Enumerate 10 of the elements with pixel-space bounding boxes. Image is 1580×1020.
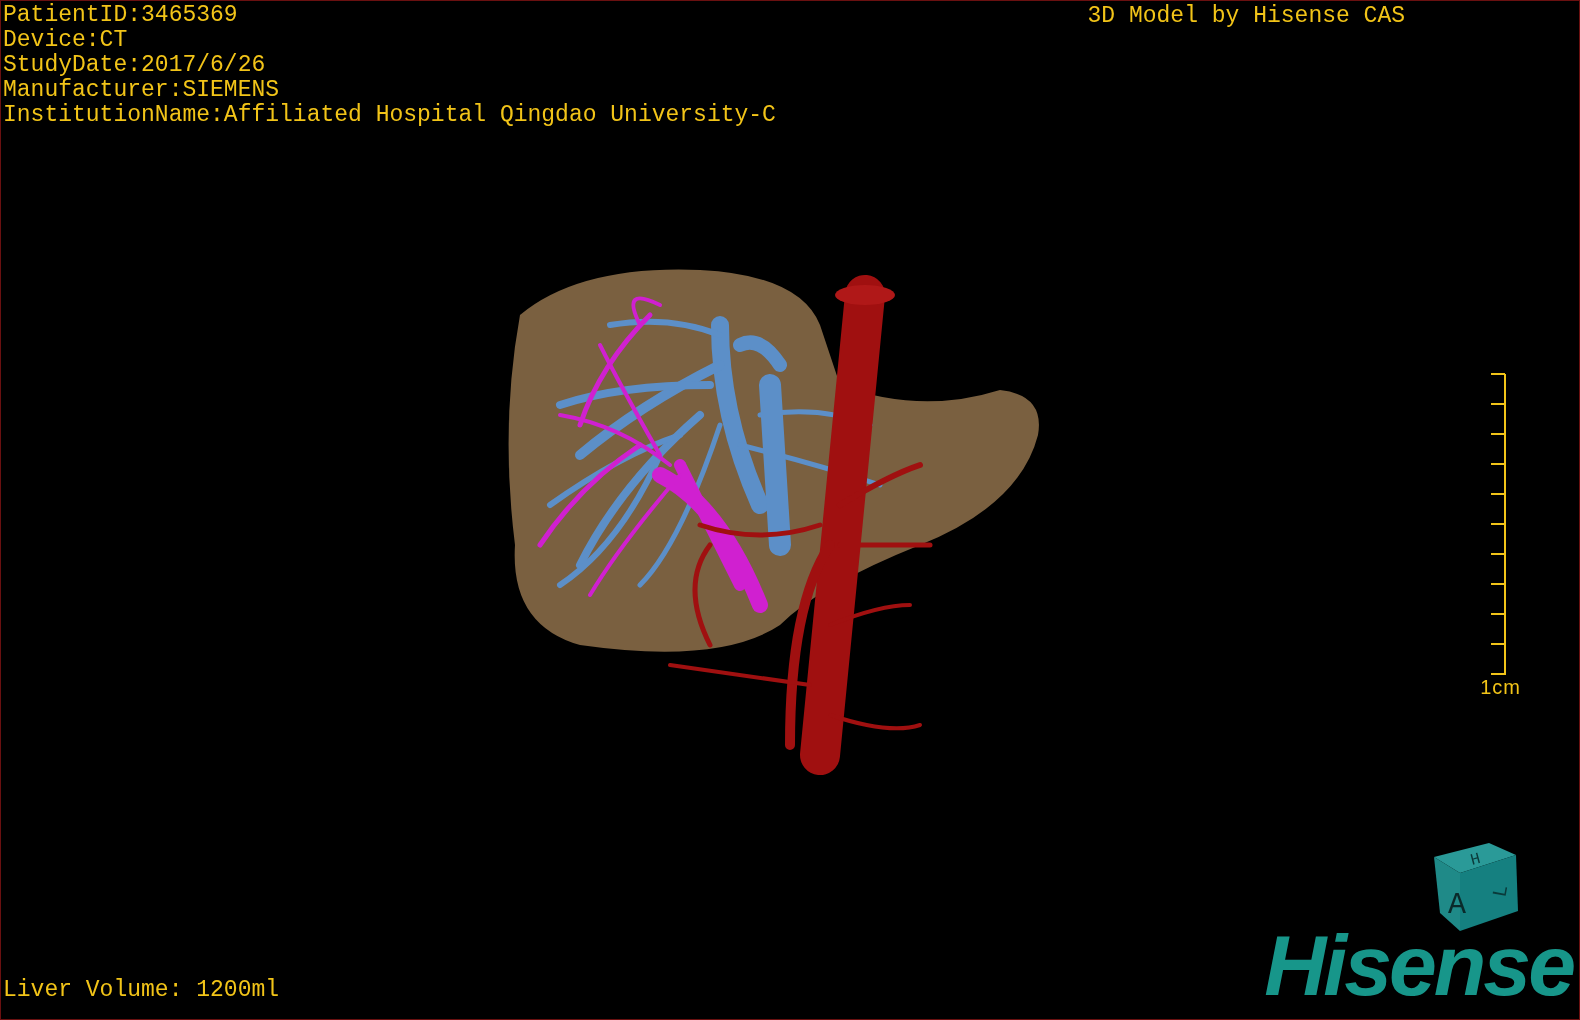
patient-info-text: Manufacturer:SIEMENS: [3, 78, 281, 103]
model-caption: 3D Model by Hisense CAS: [1087, 4, 1405, 29]
logo: Hisense: [1264, 925, 1573, 1005]
liver-volume-text: Liver Volume: 1200ml: [3, 978, 280, 1003]
patient-info-text: PatientID:3465369: [3, 3, 239, 28]
patient-info-text: InstitutionName:Affiliated Hospital Qingdao University-C: [3, 103, 776, 128]
patient-info-text: StudyDate:2017/6/26: [3, 53, 267, 78]
scale-bar-icon: [1489, 373, 1507, 676]
scale-label: 1cm: [1480, 676, 1521, 698]
patient-info-text: Device:CT: [3, 28, 129, 53]
